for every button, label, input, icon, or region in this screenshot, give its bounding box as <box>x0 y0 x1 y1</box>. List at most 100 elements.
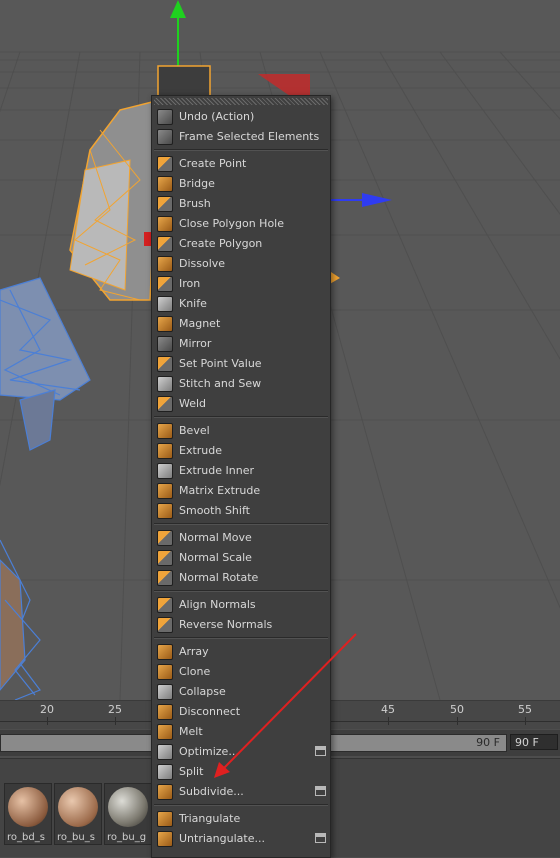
menu-item-close-polygon-hole[interactable]: Close Polygon Hole <box>152 214 330 234</box>
material-swatch[interactable]: ro_bd_s <box>4 783 52 845</box>
range-end-label: 90 F <box>476 736 500 749</box>
menu-item-array[interactable]: Array <box>152 642 330 662</box>
menu-item-label: Create Point <box>179 157 247 170</box>
menu-item-dissolve[interactable]: Dissolve <box>152 254 330 274</box>
align-normals-icon <box>157 597 173 613</box>
material-label: ro_bu_g <box>107 832 147 843</box>
menu-item-create-point[interactable]: Create Point <box>152 154 330 174</box>
menu-item-extrude-inner[interactable]: Extrude Inner <box>152 461 330 481</box>
menu-item-label: Close Polygon Hole <box>179 217 285 230</box>
menu-item-label: Iron <box>179 277 201 290</box>
end-frame-field[interactable]: 90 F <box>510 734 558 750</box>
menu-item-clone[interactable]: Clone <box>152 662 330 682</box>
menu-item-label: Frame Selected Elements <box>179 130 320 143</box>
undo-icon <box>157 109 173 125</box>
normal-rotate-icon <box>157 570 173 586</box>
menu-item-label: Normal Scale <box>179 551 252 564</box>
menu-item-bridge[interactable]: Bridge <box>152 174 330 194</box>
menu-item-matrix-extrude[interactable]: Matrix Extrude <box>152 481 330 501</box>
close-polygon-hole-icon <box>157 216 173 232</box>
menu-item-align-normals[interactable]: Align Normals <box>152 595 330 615</box>
menu-item-undo-action[interactable]: Undo (Action) <box>152 107 330 127</box>
menu-item-normal-move[interactable]: Normal Move <box>152 528 330 548</box>
menu-item-frame-selected-elements[interactable]: Frame Selected Elements <box>152 127 330 147</box>
menu-item-smooth-shift[interactable]: Smooth Shift <box>152 501 330 521</box>
menu-item-iron[interactable]: Iron <box>152 274 330 294</box>
menu-item-normal-scale[interactable]: Normal Scale <box>152 548 330 568</box>
options-dialog-icon[interactable] <box>315 833 326 843</box>
ruler-tick-label: 55 <box>518 703 532 716</box>
bevel-icon <box>157 423 173 439</box>
menu-item-untriangulate[interactable]: Untriangulate... <box>152 829 330 849</box>
menu-item-mirror[interactable]: Mirror <box>152 334 330 354</box>
ruler-tick-label: 20 <box>40 703 54 716</box>
create-polygon-icon <box>157 236 173 252</box>
menu-item-reverse-normals[interactable]: Reverse Normals <box>152 615 330 635</box>
menu-tearoff-grip[interactable] <box>154 98 328 105</box>
menu-separator <box>154 149 328 151</box>
material-swatch[interactable]: ro_bu_s <box>54 783 102 845</box>
menu-item-stitch-and-sew[interactable]: Stitch and Sew <box>152 374 330 394</box>
normal-move-icon <box>157 530 173 546</box>
menu-item-split[interactable]: Split <box>152 762 330 782</box>
magnet-icon <box>157 316 173 332</box>
menu-item-create-polygon[interactable]: Create Polygon <box>152 234 330 254</box>
extrude-icon <box>157 443 173 459</box>
extrude-inner-icon <box>157 463 173 479</box>
menu-item-label: Subdivide... <box>179 785 244 798</box>
menu-item-triangulate[interactable]: Triangulate <box>152 809 330 829</box>
disconnect-icon <box>157 704 173 720</box>
brush-icon <box>157 196 173 212</box>
melt-icon <box>157 724 173 740</box>
frame-selected-icon <box>157 129 173 145</box>
menu-item-label: Array <box>179 645 209 658</box>
options-dialog-icon[interactable] <box>315 786 326 796</box>
menu-item-subdivide[interactable]: Subdivide... <box>152 782 330 802</box>
menu-item-label: Optimize... <box>179 745 239 758</box>
menu-item-extrude[interactable]: Extrude <box>152 441 330 461</box>
menu-item-melt[interactable]: Melt <box>152 722 330 742</box>
context-menu[interactable]: Undo (Action) Frame Selected Elements Crea… <box>151 95 331 858</box>
menu-item-label: Collapse <box>179 685 226 698</box>
menu-item-disconnect[interactable]: Disconnect <box>152 702 330 722</box>
reverse-normals-icon <box>157 617 173 633</box>
menu-item-brush[interactable]: Brush <box>152 194 330 214</box>
wireframe-mesh[interactable] <box>0 277 91 700</box>
menu-item-normal-rotate[interactable]: Normal Rotate <box>152 568 330 588</box>
menu-item-label: Stitch and Sew <box>179 377 262 390</box>
mirror-icon <box>157 336 173 352</box>
menu-item-label: Set Point Value <box>179 357 262 370</box>
menu-item-label: Untriangulate... <box>179 832 265 845</box>
menu-item-label: Split <box>179 765 204 778</box>
material-swatch[interactable]: ro_bu_g <box>104 783 152 845</box>
ruler-tick <box>457 717 458 725</box>
menu-item-label: Smooth Shift <box>179 504 250 517</box>
material-preview <box>8 787 48 827</box>
z-axis-handle[interactable] <box>362 193 392 207</box>
menu-item-label: Normal Rotate <box>179 571 259 584</box>
menu-item-optimize[interactable]: Optimize... <box>152 742 330 762</box>
material-preview <box>108 787 148 827</box>
menu-item-label: Matrix Extrude <box>179 484 261 497</box>
options-dialog-icon[interactable] <box>315 746 326 756</box>
menu-item-label: Mirror <box>179 337 212 350</box>
split-icon <box>157 764 173 780</box>
menu-separator <box>154 590 328 592</box>
menu-item-label: Bridge <box>179 177 215 190</box>
menu-separator <box>154 637 328 639</box>
menu-item-collapse[interactable]: Collapse <box>152 682 330 702</box>
set-point-value-icon <box>157 356 173 372</box>
ruler-tick-label: 25 <box>108 703 122 716</box>
menu-item-magnet[interactable]: Magnet <box>152 314 330 334</box>
menu-item-weld[interactable]: Weld <box>152 394 330 414</box>
menu-item-label: Extrude <box>179 444 223 457</box>
menu-item-bevel[interactable]: Bevel <box>152 421 330 441</box>
menu-separator <box>154 416 328 418</box>
normal-scale-icon <box>157 550 173 566</box>
menu-item-set-point-value[interactable]: Set Point Value <box>152 354 330 374</box>
menu-separator <box>154 523 328 525</box>
menu-item-label: Bevel <box>179 424 210 437</box>
menu-item-knife[interactable]: Knife <box>152 294 330 314</box>
menu-item-label: Clone <box>179 665 211 678</box>
ruler-tick <box>115 717 116 725</box>
